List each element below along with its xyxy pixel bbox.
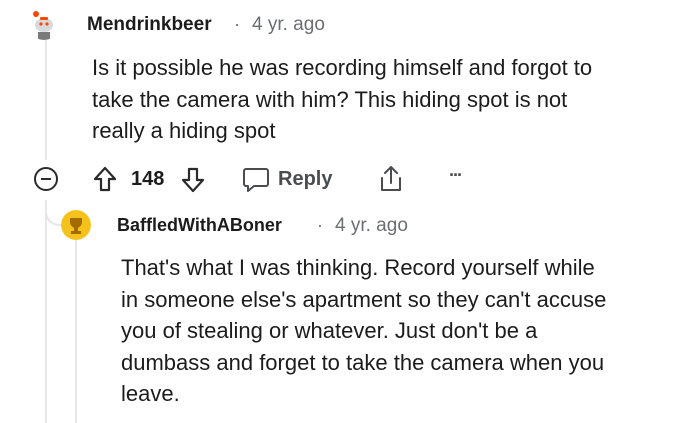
vote-count: 148 (131, 168, 165, 190)
comment-body: Is it possible he was recording himself … (92, 52, 682, 147)
comment-author[interactable]: Mendrinkbeer (87, 14, 212, 36)
trophy-avatar-icon[interactable] (61, 210, 91, 240)
comment-author[interactable]: BaffledWithABoner (117, 215, 282, 236)
thread-line-child (75, 240, 77, 423)
meta-separator: · (317, 215, 323, 235)
comment-action-bar: 148 Reply ··· (0, 161, 700, 201)
comment-body-line: take the camera with him? This hiding sp… (92, 86, 568, 112)
meta-separator: · (234, 14, 240, 34)
comment-body-line: dumbass and forget to take the camera wh… (121, 349, 605, 375)
share-icon[interactable] (376, 163, 406, 195)
comment-body-line: That's what I was thinking. Record yours… (121, 255, 595, 280)
comment-age[interactable]: 4 yr. ago (335, 215, 408, 237)
comment-body-line: in someone else's apartment so they can'… (121, 286, 607, 312)
comment-body-line: leave. (121, 381, 180, 406)
downvote-icon[interactable] (180, 166, 206, 194)
comment-body-line: you of stealing or whatever. Just don't … (121, 318, 538, 343)
comment-body-line: Is it possible he was recording himself … (92, 55, 593, 80)
snoo-avatar-icon[interactable] (28, 8, 60, 40)
reply-button[interactable]: Reply (278, 168, 332, 191)
comment-body-line: really a hiding spot (92, 118, 276, 143)
thread-line-parent-lower (45, 200, 47, 423)
thread-line-parent (45, 40, 47, 160)
comment-age[interactable]: 4 yr. ago (252, 14, 325, 36)
upvote-icon[interactable] (92, 165, 118, 193)
collapse-icon[interactable] (34, 167, 58, 191)
reply-icon[interactable] (241, 165, 271, 195)
more-icon[interactable]: ··· (449, 165, 463, 186)
comment-body: That's what I was thinking. Record yours… (121, 252, 691, 410)
